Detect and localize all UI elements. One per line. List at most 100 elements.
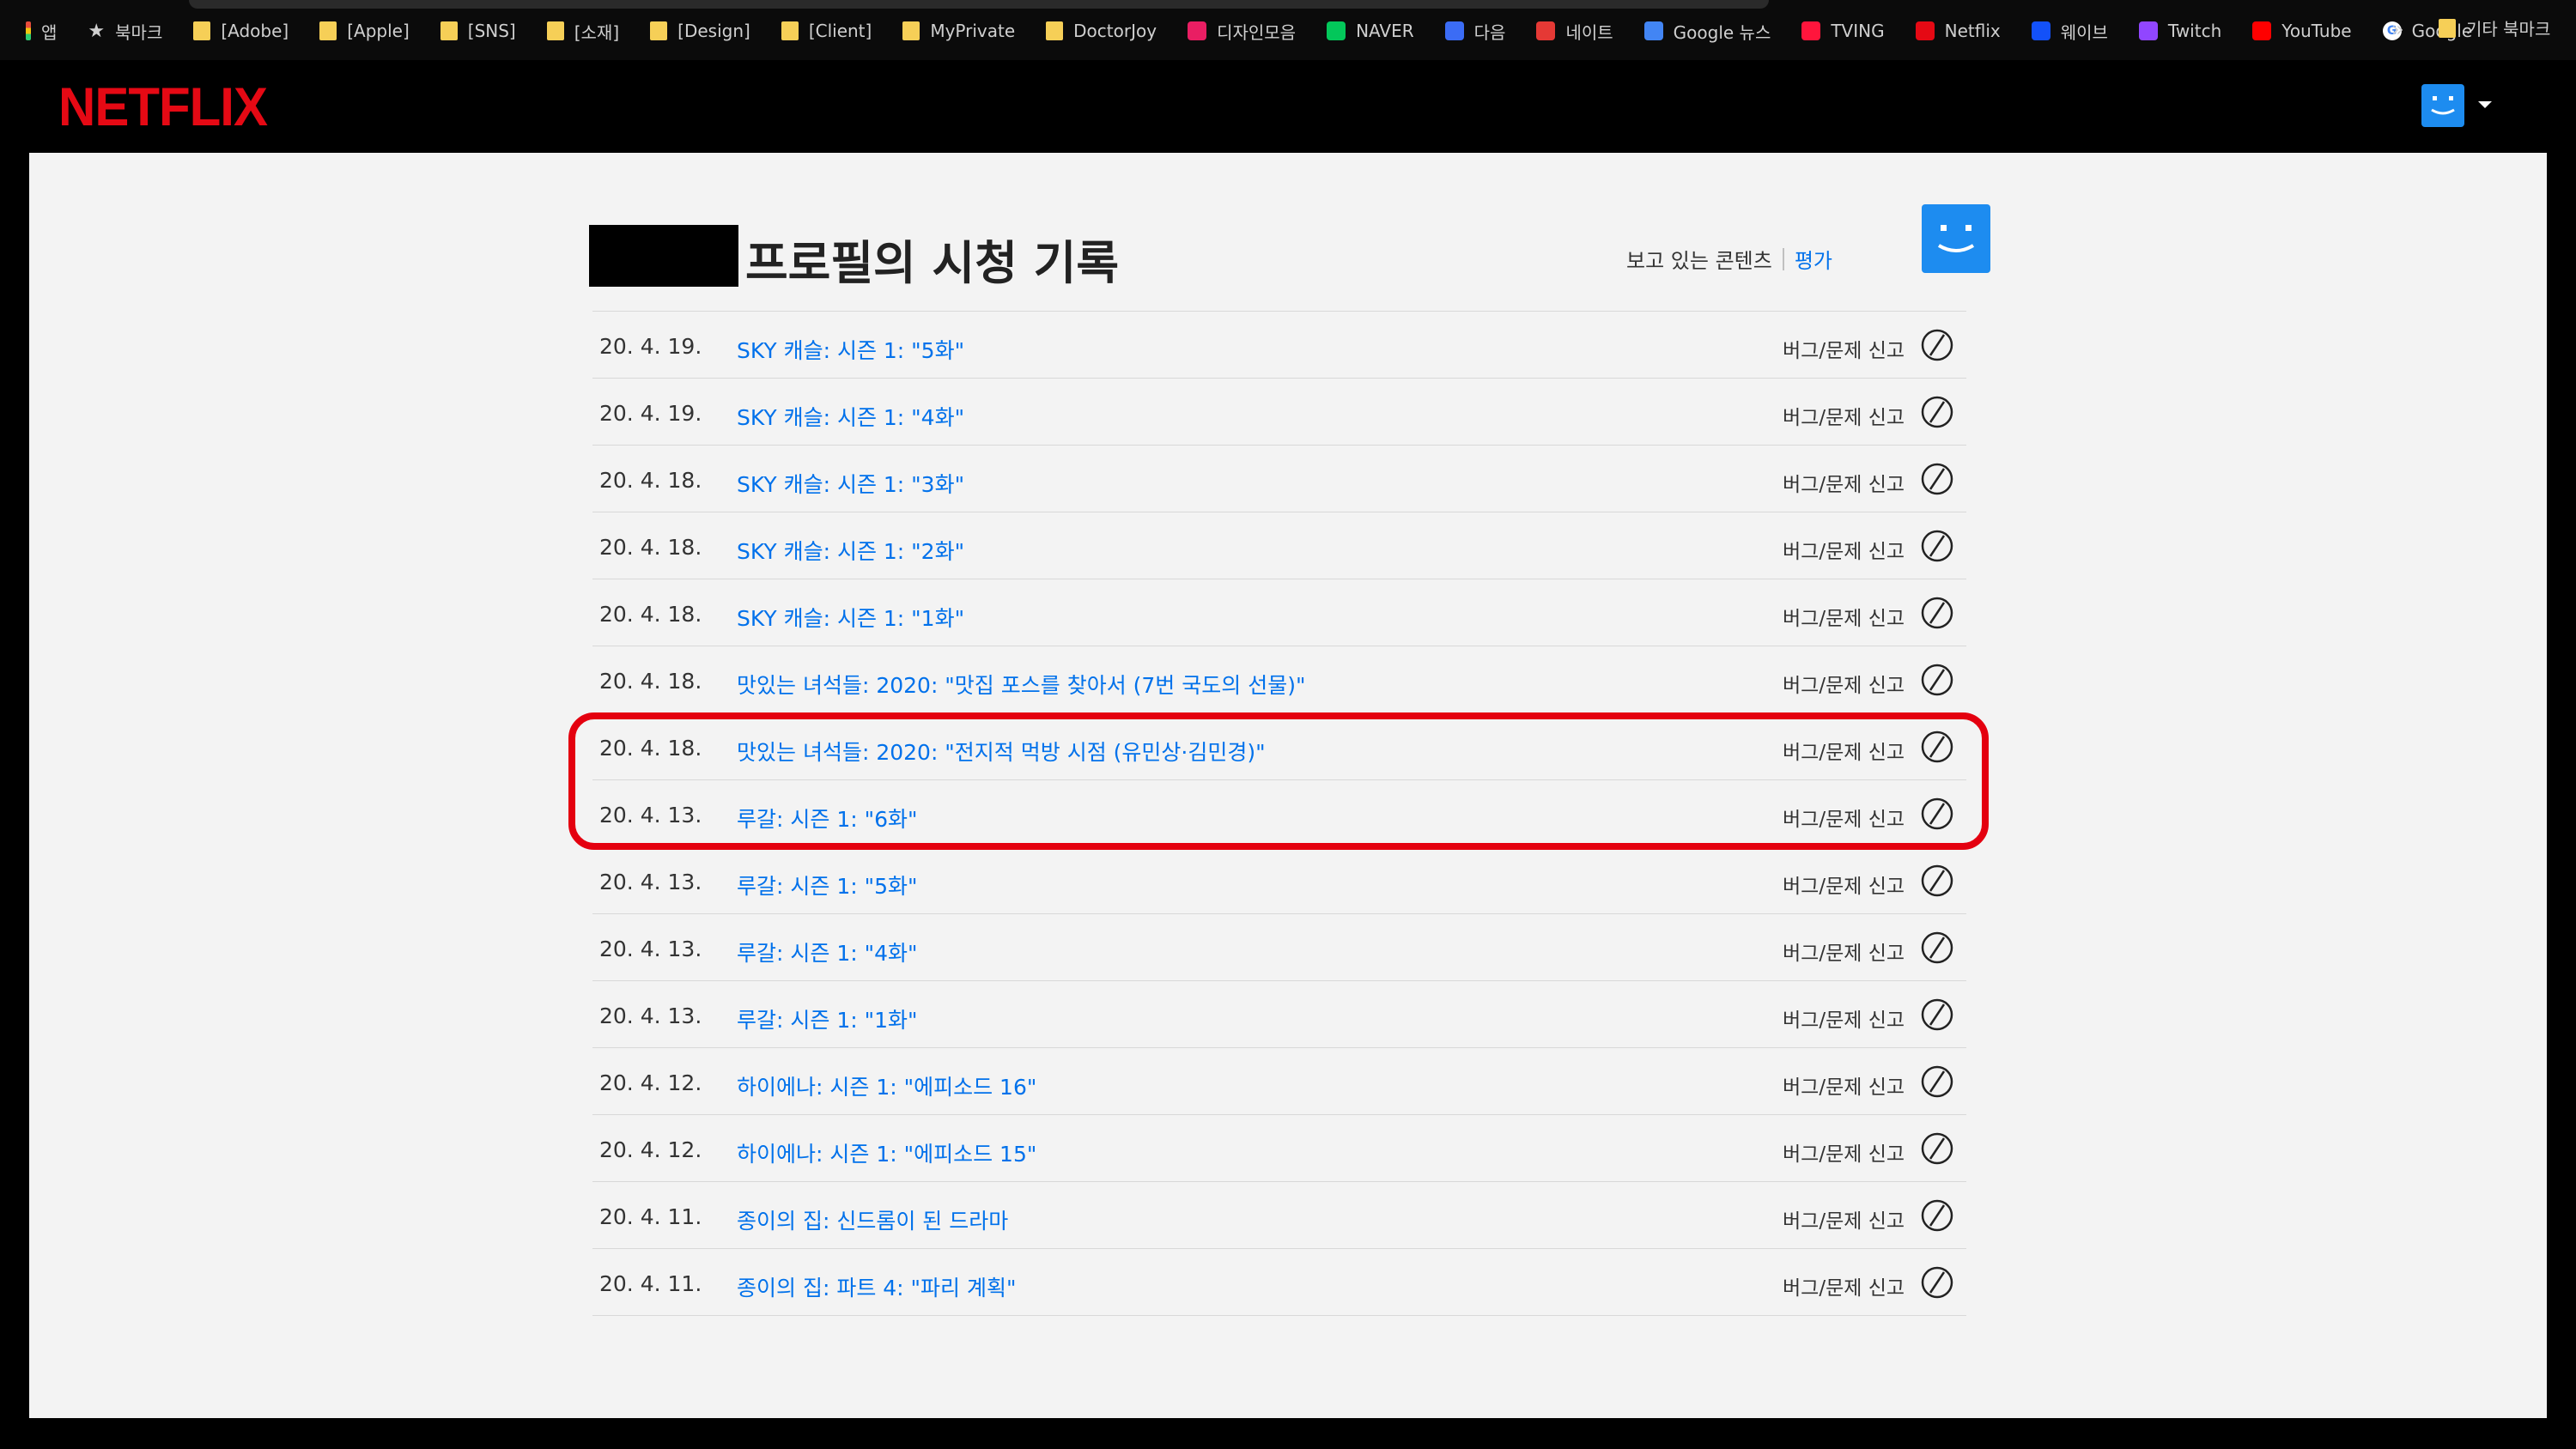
history-row: 20. 4. 18. 맛있는 녀석들: 2020: "맛집 포스를 찾아서 (7번… (592, 646, 1966, 713)
history-title-link[interactable]: 하이에나: 시즌 1: "에피소드 16" (737, 1070, 1036, 1101)
folder-icon (902, 21, 920, 40)
history-row: 20. 4. 18. SKY 캐슬: 시즌 1: "3화" 버그/문제 신고 (592, 446, 1966, 512)
bookmark-item[interactable]: 다음 (1444, 19, 1506, 44)
bookmark-item[interactable]: [SNS] (440, 21, 516, 41)
bookmark-label: 앱 (41, 21, 58, 43)
history-title-link[interactable]: SKY 캐슬: 시즌 1: "5화" (737, 334, 964, 365)
hide-from-history-icon[interactable] (1920, 1265, 1954, 1300)
hide-from-history-icon[interactable] (1920, 730, 1954, 764)
nav-rating-link[interactable]: 평가 (1795, 244, 1832, 274)
nav-watching-link[interactable]: 보고 있는 콘텐츠 (1626, 244, 1772, 274)
history-title-link[interactable]: 종이의 집: 파트 4: "파리 계획" (737, 1271, 1016, 1302)
report-problem-link[interactable]: 버그/문제 신고 (1783, 669, 1905, 698)
redacted-profile-name (589, 225, 738, 287)
history-title-link[interactable]: 루갈: 시즌 1: "6화" (737, 803, 918, 834)
bookmark-item[interactable]: NAVER (1327, 21, 1414, 41)
bookmark-item[interactable]: TVING (1801, 21, 1885, 41)
history-title-link[interactable]: SKY 캐슬: 시즌 1: "3화" (737, 468, 964, 499)
main-panel: 프로필의 시청 기록 보고 있는 콘텐츠 평가 20. 4. 19. SKY 캐슬… (29, 153, 2547, 1418)
bookmark-label: [Adobe] (221, 21, 289, 41)
history-row: 20. 4. 13. 루갈: 시즌 1: "4화" 버그/문제 신고 (592, 914, 1966, 981)
report-problem-link[interactable]: 버그/문제 신고 (1783, 535, 1905, 564)
report-problem-link[interactable]: 버그/문제 신고 (1783, 602, 1905, 631)
report-problem-link[interactable]: 버그/문제 신고 (1783, 1070, 1905, 1100)
history-row: 20. 4. 11. 종이의 집: 파트 4: "파리 계획" 버그/문제 신고 (592, 1249, 1966, 1316)
hide-from-history-icon[interactable] (1920, 1198, 1954, 1233)
bookmark-label: MyPrivate (930, 21, 1016, 41)
bookmark-item[interactable]: 웨이브 (2031, 19, 2108, 44)
history-title-link[interactable]: 맛있는 녀석들: 2020: "전지적 먹방 시점 (유민상·김민경)" (737, 736, 1266, 767)
folder-icon (650, 21, 668, 40)
bookmark-item[interactable]: 디자인모음 (1188, 19, 1296, 44)
bookmark-item[interactable]: [Design] (650, 21, 750, 41)
bookmark-item[interactable]: 네이트 (1536, 19, 1613, 44)
hide-from-history-icon[interactable] (1920, 395, 1954, 429)
history-title-link[interactable]: 맛있는 녀석들: 2020: "맛집 포스를 찾아서 (7번 국도의 선물)" (737, 669, 1305, 700)
report-problem-link[interactable]: 버그/문제 신고 (1783, 937, 1905, 966)
report-problem-link[interactable]: 버그/문제 신고 (1783, 1204, 1905, 1234)
hide-from-history-icon[interactable] (1920, 1131, 1954, 1166)
bookmark-label: YouTube (2281, 21, 2352, 41)
title-row: 프로필의 시청 기록 보고 있는 콘텐츠 평가 (589, 204, 1994, 290)
bookmark-item[interactable]: DoctorJoy (1046, 21, 1157, 41)
bookmark-item[interactable]: [Client] (781, 21, 872, 41)
bookmark-item[interactable]: YouTube (2252, 21, 2352, 41)
history-title-link[interactable]: SKY 캐슬: 시즌 1: "2화" (737, 535, 964, 566)
wavve-icon (2031, 21, 2050, 40)
history-date: 20. 4. 18. (599, 736, 702, 761)
hide-from-history-icon[interactable] (1920, 931, 1954, 965)
history-title-link[interactable]: SKY 캐슬: 시즌 1: "1화" (737, 602, 964, 633)
report-problem-link[interactable]: 버그/문제 신고 (1783, 870, 1905, 899)
report-problem-link[interactable]: 버그/문제 신고 (1783, 401, 1905, 430)
history-date: 20. 4. 19. (599, 334, 702, 359)
hide-from-history-icon[interactable] (1920, 663, 1954, 697)
hide-from-history-icon[interactable] (1920, 1064, 1954, 1099)
other-bookmarks-folder[interactable]: 기타 북마크 (2439, 15, 2550, 40)
bookmark-label: Netflix (1944, 21, 2001, 41)
history-title-link[interactable]: 루갈: 시즌 1: "5화" (737, 870, 918, 900)
bookmark-item[interactable]: [소재] (546, 19, 619, 44)
bookmarks-overflow-button[interactable]: » (2391, 17, 2404, 41)
report-problem-link[interactable]: 버그/문제 신고 (1783, 1271, 1905, 1300)
hide-from-history-icon[interactable] (1920, 997, 1954, 1032)
hide-from-history-icon[interactable] (1920, 328, 1954, 362)
bookmark-item[interactable]: ★ 북마크 (88, 19, 162, 44)
history-title-link[interactable]: 루갈: 시즌 1: "4화" (737, 937, 918, 967)
report-problem-link[interactable]: 버그/문제 신고 (1783, 736, 1905, 765)
hide-from-history-icon[interactable] (1920, 529, 1954, 563)
daum-icon (1444, 21, 1464, 40)
hide-from-history-icon[interactable] (1920, 596, 1954, 630)
history-title-link[interactable]: 하이에나: 시즌 1: "에피소드 15" (737, 1137, 1036, 1168)
profile-avatar-icon[interactable] (2421, 84, 2464, 127)
bookmark-item[interactable]: Twitch (2138, 21, 2222, 41)
bookmark-item[interactable]: [Apple] (319, 21, 410, 41)
report-problem-link[interactable]: 버그/문제 신고 (1783, 1137, 1905, 1167)
history-title-link[interactable]: SKY 캐슬: 시즌 1: "4화" (737, 401, 964, 432)
history-date: 20. 4. 12. (599, 1137, 702, 1162)
history-date: 20. 4. 18. (599, 669, 702, 694)
star-icon: ★ (88, 20, 106, 42)
bookmark-label: Twitch (2167, 21, 2222, 41)
report-problem-link[interactable]: 버그/문제 신고 (1783, 803, 1905, 832)
bookmark-label: 다음 (1473, 21, 1506, 43)
bookmark-item[interactable]: [Adobe] (193, 21, 289, 41)
twitch-icon (2138, 21, 2158, 40)
hide-from-history-icon[interactable] (1920, 864, 1954, 898)
netflix-logo[interactable]: NETFLIX (58, 76, 268, 137)
history-row: 20. 4. 13. 루갈: 시즌 1: "6화" 버그/문제 신고 (592, 780, 1966, 847)
hide-from-history-icon[interactable] (1920, 462, 1954, 496)
history-title-link[interactable]: 루갈: 시즌 1: "1화" (737, 1003, 918, 1034)
bookmark-item[interactable]: MyPrivate (902, 21, 1015, 41)
bookmark-list: 앱 ★ 북마크 [Adobe] [Apple] [SNS] [소재] [Design] [Cli… (26, 15, 2472, 46)
history-title-link[interactable]: 종이의 집: 신드롬이 된 드라마 (737, 1204, 1008, 1235)
profile-menu-caret-icon[interactable] (2478, 101, 2492, 108)
bookmark-item[interactable]: Google 뉴스 (1643, 19, 1771, 44)
history-date: 20. 4. 11. (599, 1271, 702, 1296)
report-problem-link[interactable]: 버그/문제 신고 (1783, 1003, 1905, 1033)
bookmark-item[interactable]: Netflix (1915, 21, 2001, 41)
history-row: 20. 4. 12. 하이에나: 시즌 1: "에피소드 16" 버그/문제 신고 (592, 1048, 1966, 1115)
report-problem-link[interactable]: 버그/문제 신고 (1783, 468, 1905, 497)
report-problem-link[interactable]: 버그/문제 신고 (1783, 334, 1905, 363)
hide-from-history-icon[interactable] (1920, 797, 1954, 831)
bookmark-item[interactable]: 앱 (26, 19, 57, 44)
